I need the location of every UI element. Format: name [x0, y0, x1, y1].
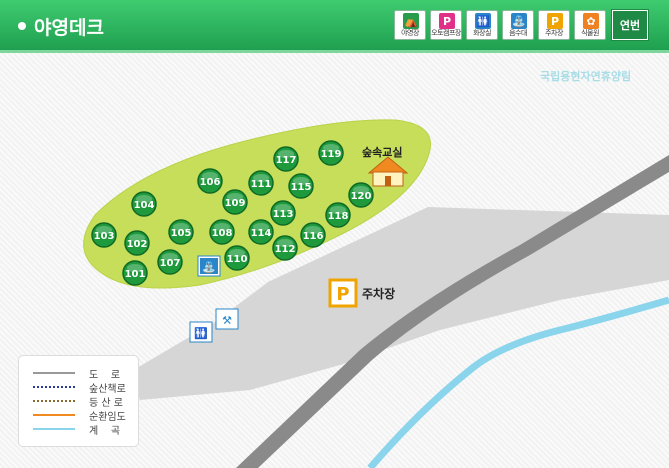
svg-text:⚒: ⚒ [222, 314, 232, 327]
botanical-garden-icon: ✿ [583, 13, 599, 29]
sink-marker[interactable]: ⚒ [215, 308, 239, 330]
campsite-label: 106 [200, 177, 221, 188]
restroom-button-label: 화장실 [473, 29, 491, 37]
parking-button[interactable]: P 주차장 [538, 10, 570, 40]
campsite-label: 103 [94, 231, 115, 242]
campsite-110[interactable]: 110 [224, 245, 250, 271]
campsite-120[interactable]: 120 [348, 182, 374, 208]
page-title: 야영데크 [18, 13, 104, 40]
water-fountain-button-label: 음수대 [509, 29, 527, 37]
parking-icon: P [547, 13, 563, 29]
legend-stream-label: 계 곡 [89, 425, 121, 437]
campsite-label: 104 [134, 200, 155, 211]
campsite-102[interactable]: 102 [124, 230, 150, 256]
legend-loop-road-swatch [33, 414, 75, 416]
parking-marker-glyph: P [336, 284, 349, 305]
campsite-108[interactable]: 108 [209, 219, 235, 245]
svg-text:⛲: ⛲ [202, 261, 216, 274]
campsite-label: 115 [291, 182, 312, 193]
campsite-107[interactable]: 107 [157, 249, 183, 275]
legend-forest-trail-swatch [33, 386, 75, 388]
campsite-label: 110 [227, 254, 248, 265]
campsite-103[interactable]: 103 [91, 222, 117, 248]
map-legend: 도 로 숲산책로 등 산 로 순환임도 계 곡 [18, 355, 139, 447]
botanical-garden-button[interactable]: ✿ 식물원 [574, 10, 606, 40]
campsite-118[interactable]: 118 [325, 202, 351, 228]
campsite-104[interactable]: 104 [131, 191, 157, 217]
botanical-garden-button-label: 식물원 [581, 29, 599, 37]
legend-row-stream: 계 곡 [33, 422, 138, 437]
tent-button-label: 야영장 [401, 29, 419, 37]
year-button[interactable]: 연번 [612, 10, 648, 40]
campsite-101[interactable]: 101 [122, 260, 148, 286]
legend-road-label: 도 로 [89, 369, 121, 381]
campsite-115[interactable]: 115 [288, 173, 314, 199]
restroom-marker[interactable]: 🚻 [189, 321, 213, 343]
campsite-label: 101 [125, 269, 146, 280]
parking-marker[interactable]: P [328, 278, 358, 308]
svg-text:🚻: 🚻 [194, 327, 208, 340]
restroom-button[interactable]: 🚻 화장실 [466, 10, 498, 40]
legend-road-swatch [33, 372, 75, 374]
campsite-label: 109 [225, 198, 246, 209]
water-fountain-button[interactable]: ⛲ 음수대 [502, 10, 534, 40]
legend-hiking-trail-swatch [33, 400, 75, 402]
page-title-text: 야영데크 [34, 17, 104, 39]
autocamp-button-label: 오토캠프장 [431, 29, 461, 37]
campsite-112[interactable]: 112 [272, 235, 298, 261]
classroom-label: 숲속교실 [362, 145, 402, 159]
tent-button[interactable]: ⛺ 야영장 [394, 10, 426, 40]
restroom-icon: 🚻 [475, 13, 491, 29]
campsite-label: 105 [171, 228, 192, 239]
water-fountain-icon: ⛲ [511, 13, 527, 29]
parking-label: 주차장 [362, 286, 395, 301]
autocamp-icon: P [439, 13, 455, 29]
campsite-106[interactable]: 106 [197, 168, 223, 194]
legend-hiking-trail-label: 등 산 로 [89, 397, 123, 409]
legend-stream-swatch [33, 428, 75, 430]
campsite-111[interactable]: 111 [248, 170, 274, 196]
tent-icon: ⛺ [403, 13, 419, 29]
legend-row-hiking-trail: 등 산 로 [33, 394, 138, 409]
autocamp-button[interactable]: P 오토캠프장 [430, 10, 462, 40]
legend-row-road: 도 로 [33, 366, 138, 381]
campsite-label: 117 [276, 155, 297, 166]
campsite-label: 107 [160, 258, 181, 269]
campsite-label: 102 [127, 239, 148, 250]
legend-forest-trail-label: 숲산책로 [89, 383, 126, 395]
campsite-116[interactable]: 116 [300, 222, 326, 248]
campsite-label: 116 [303, 231, 324, 242]
campsite-109[interactable]: 109 [222, 189, 248, 215]
campsite-label: 120 [351, 191, 372, 202]
campsite-label: 119 [321, 149, 342, 160]
campsite-119[interactable]: 119 [318, 140, 344, 166]
campsite-105[interactable]: 105 [168, 219, 194, 245]
campsite-label: 114 [251, 228, 272, 239]
campsite-label: 118 [328, 211, 349, 222]
campsite-114[interactable]: 114 [248, 219, 274, 245]
campsite-113[interactable]: 113 [270, 200, 296, 226]
campsite-label: 112 [275, 244, 296, 255]
legend-row-forest-trail: 숲산책로 [33, 380, 138, 395]
campsite-label: 111 [251, 179, 272, 190]
legend-loop-road-label: 순환임도 [89, 411, 126, 423]
legend-row-loop-road: 순환임도 [33, 408, 138, 423]
campsite-label: 113 [273, 209, 294, 220]
parking-button-label: 주차장 [545, 29, 563, 37]
facility-toolbar: ⛺ 야영장 P 오토캠프장 🚻 화장실 ⛲ 음수대 P 주차장 ✿ 식물원 [394, 10, 606, 40]
water-fountain-marker[interactable]: ⛲ [197, 255, 221, 277]
forest-name: 국립용현자연휴양림 [540, 70, 632, 83]
campsite-117[interactable]: 117 [273, 146, 299, 172]
campsite-label: 108 [212, 228, 233, 239]
bullet-icon [18, 22, 26, 30]
